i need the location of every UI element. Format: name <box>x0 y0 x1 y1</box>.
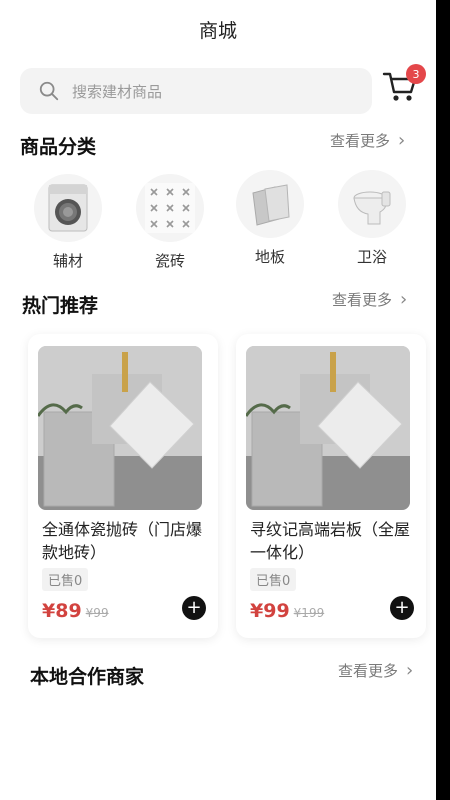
product-price: ¥99 <box>250 600 290 622</box>
hot-title: 热门推荐 <box>22 295 99 317</box>
plus-icon: + <box>394 597 410 618</box>
search-placeholder: 搜索建材商品 <box>72 82 163 101</box>
more-label: 查看更多 <box>338 662 399 680</box>
floor-tiles-image <box>236 170 304 238</box>
screen-edge <box>436 0 450 800</box>
local-more-link[interactable]: 查看更多 › <box>338 660 413 681</box>
cart-button[interactable]: 3 <box>382 64 426 106</box>
product-image <box>38 346 202 510</box>
shop-screen: 商城 搜索建材商品 3 商品分类 查看更多 › 辅材 瓷砖 地板 卫浴 热门推荐… <box>0 0 436 800</box>
hot-more-link[interactable]: 查看更多 › <box>332 289 407 310</box>
local-merchants-title: 本地合作商家 <box>30 666 145 688</box>
chevron-right-icon: › <box>398 130 406 151</box>
price-row: ¥99 ¥199 <box>250 600 324 622</box>
category-item-floor[interactable]: 地板 <box>230 170 310 267</box>
product-card[interactable]: 寻纹记高端岩板（全屋一体化） 已售0 ¥99 ¥199 + <box>236 334 426 638</box>
add-to-cart-button[interactable]: + <box>182 596 206 620</box>
category-label: 地板 <box>254 248 285 266</box>
category-label: 卫浴 <box>356 248 387 266</box>
chevron-right-icon: › <box>400 289 408 310</box>
add-to-cart-button[interactable]: + <box>390 596 414 620</box>
categories-title: 商品分类 <box>20 136 97 158</box>
price-row: ¥89 ¥99 <box>42 600 109 622</box>
washing-machine-image <box>34 174 102 242</box>
product-name: 全通体瓷抛砖（门店爆款地砖） <box>42 520 203 562</box>
chevron-right-icon: › <box>406 660 414 681</box>
category-item-bathroom[interactable]: 卫浴 <box>332 170 412 267</box>
product-name: 寻纹记高端岩板（全屋一体化） <box>250 520 411 562</box>
tile-pattern-image <box>136 174 204 242</box>
search-icon <box>39 81 59 101</box>
original-price: ¥99 <box>85 606 109 620</box>
sold-count: 已售0 <box>250 568 297 591</box>
original-price: ¥199 <box>293 606 325 620</box>
categories-more-link[interactable]: 查看更多 › <box>330 130 405 151</box>
search-bar[interactable]: 搜索建材商品 <box>20 68 372 114</box>
cart-badge: 3 <box>406 64 426 84</box>
page-title: 商城 <box>198 20 237 42</box>
toilet-image <box>338 170 406 238</box>
sold-count: 已售0 <box>42 568 89 591</box>
more-label: 查看更多 <box>332 291 393 309</box>
product-price: ¥89 <box>42 600 82 622</box>
product-card[interactable]: 全通体瓷抛砖（门店爆款地砖） 已售0 ¥89 ¥99 + <box>28 334 218 638</box>
more-label: 查看更多 <box>330 132 391 150</box>
category-item-tile[interactable]: 瓷砖 <box>130 174 210 271</box>
category-item-auxiliary[interactable]: 辅材 <box>28 174 108 271</box>
plus-icon: + <box>186 597 202 618</box>
product-image <box>246 346 410 510</box>
category-label: 瓷砖 <box>154 252 185 270</box>
category-label: 辅材 <box>52 252 83 270</box>
